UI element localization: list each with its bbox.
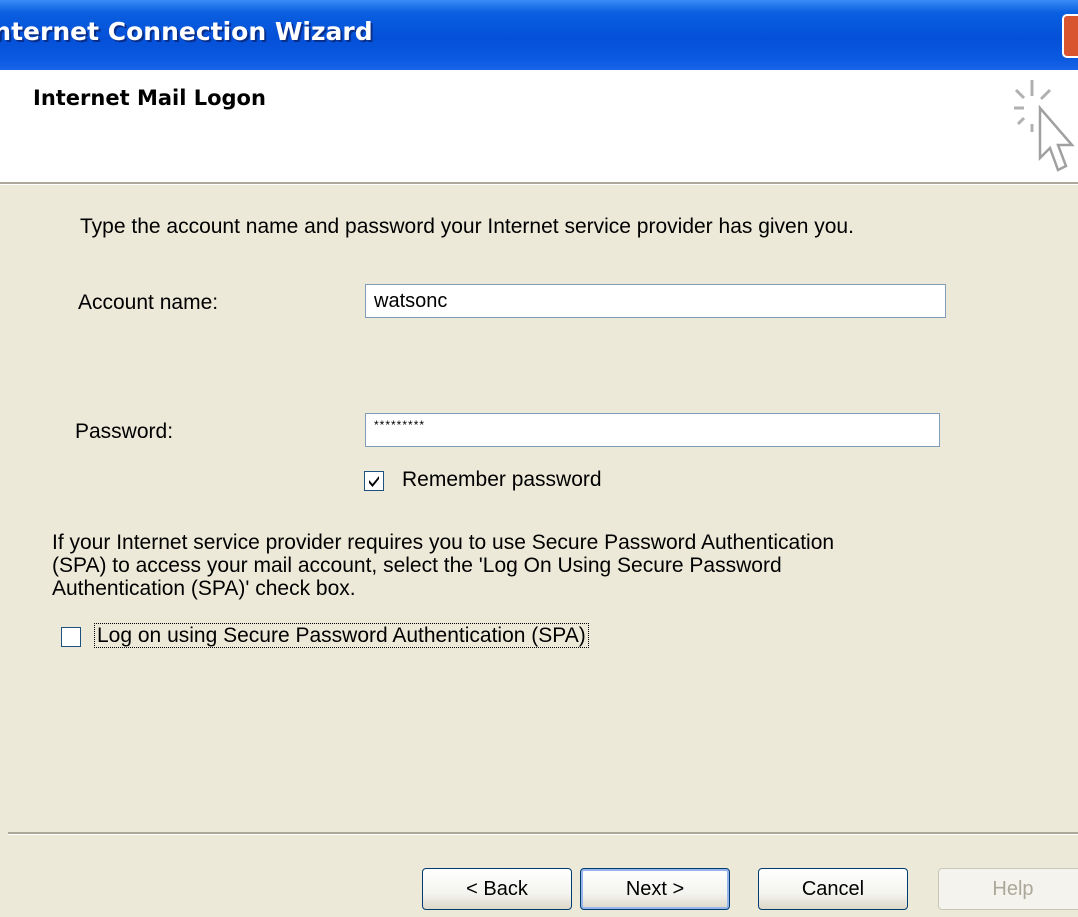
cancel-button[interactable]: Cancel <box>758 868 908 910</box>
spa-checkbox[interactable] <box>61 627 81 647</box>
password-label: Password: <box>75 420 174 443</box>
wizard-cursor-icon <box>1014 80 1075 172</box>
close-button[interactable] <box>1062 14 1078 58</box>
account-name-label: Account name: <box>78 291 219 314</box>
next-button[interactable]: Next > <box>580 868 730 910</box>
back-button[interactable]: < Back <box>422 868 572 910</box>
spa-checkbox-label-text[interactable]: Log on using Secure Password Authenticat… <box>94 623 589 648</box>
remember-password-checkbox[interactable] <box>364 471 384 491</box>
spa-description-line: (SPA) to access your mail account, selec… <box>52 554 782 577</box>
footer-divider <box>8 832 1078 835</box>
header-divider <box>0 182 1078 185</box>
spa-description-line: If your Internet service provider requir… <box>52 531 835 554</box>
account-name-field[interactable]: watsonc <box>365 284 946 318</box>
password-field[interactable]: ********* <box>365 413 940 447</box>
checkmark-icon <box>369 476 379 487</box>
help-button[interactable]: Help <box>938 868 1078 910</box>
remember-password-label[interactable]: Remember password <box>402 468 602 492</box>
window-title: Internet Connection Wizard <box>0 17 373 46</box>
spa-checkbox-label[interactable]: Log on using Secure Password Authenticat… <box>94 623 589 648</box>
title-bar[interactable]: Internet Connection Wizard <box>0 0 1078 70</box>
spa-description: If your Internet service provider requir… <box>52 531 912 600</box>
spa-description-line: Authentication (SPA)' check box. <box>52 577 356 600</box>
page-title: Internet Mail Logon <box>33 86 266 110</box>
instructions-text: Type the account name and password your … <box>80 215 854 238</box>
wizard-header: Internet Mail Logon <box>0 70 1078 182</box>
